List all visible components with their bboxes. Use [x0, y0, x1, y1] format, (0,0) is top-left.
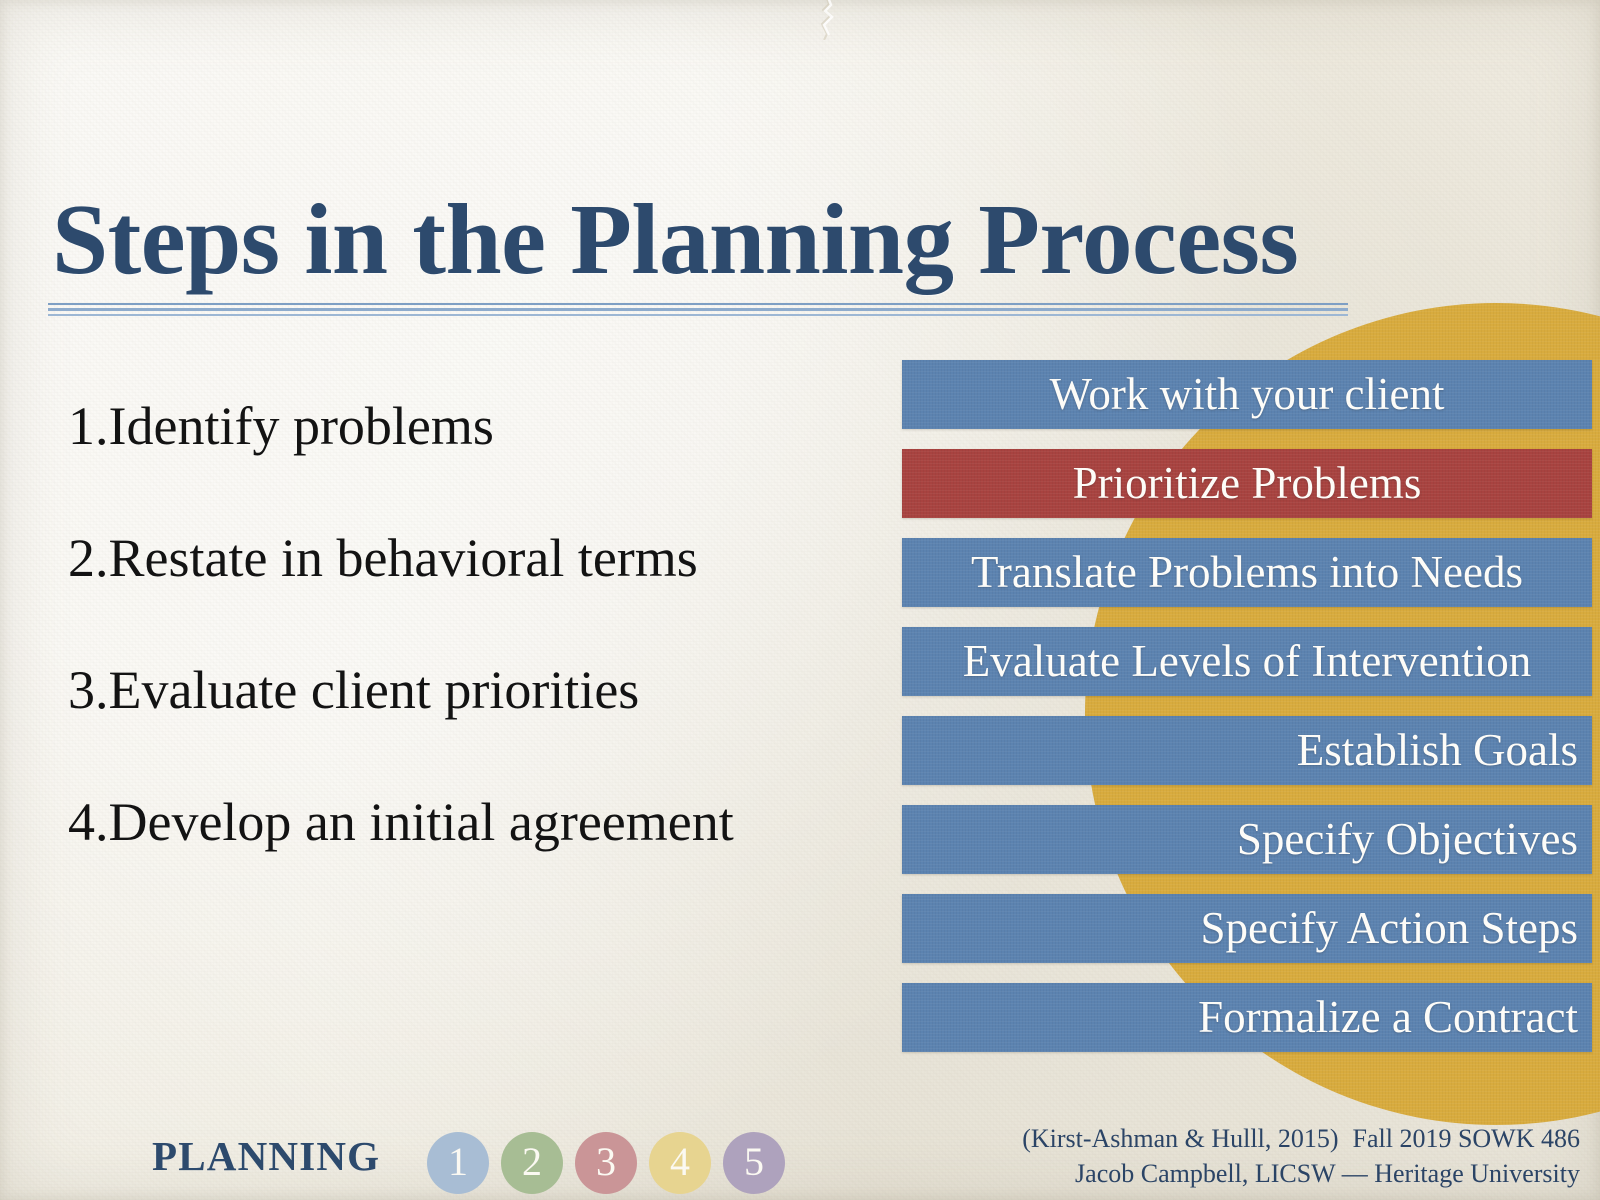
process-bar: Translate Problems into Needs — [902, 538, 1592, 607]
list-item: 4.Develop an initial agreement — [68, 794, 888, 850]
divider-rule-bottom — [48, 314, 1348, 316]
process-bar: Formalize a Contract — [902, 983, 1592, 1052]
step-number: 1. — [68, 396, 109, 456]
slide-footer: PLANNING 1 2 3 4 5 (Kirst-Ashman & Hulll… — [0, 1080, 1600, 1200]
divider-rule-top — [48, 303, 1348, 305]
step-number: 3. — [68, 660, 109, 721]
step-number: 4. — [68, 792, 109, 853]
footer-dot-1: 1 — [427, 1132, 489, 1194]
step-label: Restate in behavioral terms — [108, 528, 698, 589]
process-bar-label: Specify Objectives — [1236, 814, 1578, 864]
planning-process-bar-chart: Work with your client Prioritize Problem… — [902, 360, 1592, 1052]
page-title: Steps in the Planning Process — [52, 182, 1299, 295]
process-bar: Specify Action Steps — [902, 894, 1592, 963]
footer-brand-label: PLANNING — [152, 1133, 381, 1179]
footer-meta-row-top: (Kirst-Ashman & Hulll, 2015) Fall 2019 SO… — [1022, 1122, 1580, 1157]
list-item: 1.Identify problems — [68, 398, 888, 454]
process-bar-label: Work with your client — [1049, 369, 1445, 419]
footer-dot-number: 3 — [596, 1138, 616, 1184]
process-bar-label: Translate Problems into Needs — [970, 547, 1524, 597]
footer-dot-4: 4 — [649, 1132, 711, 1194]
citation-text: (Kirst-Ashman & Hulll, 2015) — [1022, 1124, 1339, 1154]
process-bar: Specify Objectives — [902, 805, 1592, 874]
step-label: Develop an initial agreement — [108, 792, 734, 853]
footer-dot-number: 1 — [448, 1138, 468, 1184]
process-bar-label: Evaluate Levels of Intervention — [962, 636, 1532, 686]
footer-step-dots: 1 2 3 4 5 — [427, 1132, 785, 1194]
process-bar-label: Specify Action Steps — [1200, 903, 1578, 953]
paper-crease-icon — [806, 0, 846, 41]
process-bar-label: Formalize a Contract — [1198, 992, 1578, 1042]
divider-rule-middle — [48, 308, 1348, 311]
course-text: Fall 2019 SOWK 486 — [1352, 1124, 1581, 1154]
footer-attribution: (Kirst-Ashman & Hulll, 2015) Fall 2019 SO… — [1022, 1122, 1580, 1192]
footer-dot-number: 5 — [744, 1138, 764, 1184]
step-number: 2. — [68, 528, 109, 589]
process-bar: Evaluate Levels of Intervention — [902, 627, 1592, 696]
footer-dot-number: 4 — [670, 1138, 690, 1184]
title-divider — [48, 303, 1348, 316]
process-bar: Work with your client — [902, 360, 1592, 429]
footer-dot-number: 2 — [522, 1138, 542, 1184]
presenter-text: Jacob Campbell, LICSW — Heritage Univers… — [1075, 1159, 1580, 1189]
list-item: 2.Restate in behavioral terms — [68, 530, 888, 586]
footer-dot-2: 2 — [501, 1132, 563, 1194]
process-bar-highlighted: Prioritize Problems — [902, 449, 1592, 518]
step-label: Evaluate client priorities — [108, 660, 640, 721]
footer-dot-3: 3 — [575, 1132, 637, 1194]
list-item: 3.Evaluate client priorities — [68, 662, 888, 718]
process-bar-label: Prioritize Problems — [1072, 458, 1422, 508]
footer-dot-5: 5 — [723, 1132, 785, 1194]
step-label: Identify problems — [108, 396, 494, 456]
planning-steps-list: 1.Identify problems 2.Restate in behavio… — [68, 398, 888, 851]
process-bar-label: Establish Goals — [1296, 725, 1578, 775]
process-bar: Establish Goals — [902, 716, 1592, 785]
